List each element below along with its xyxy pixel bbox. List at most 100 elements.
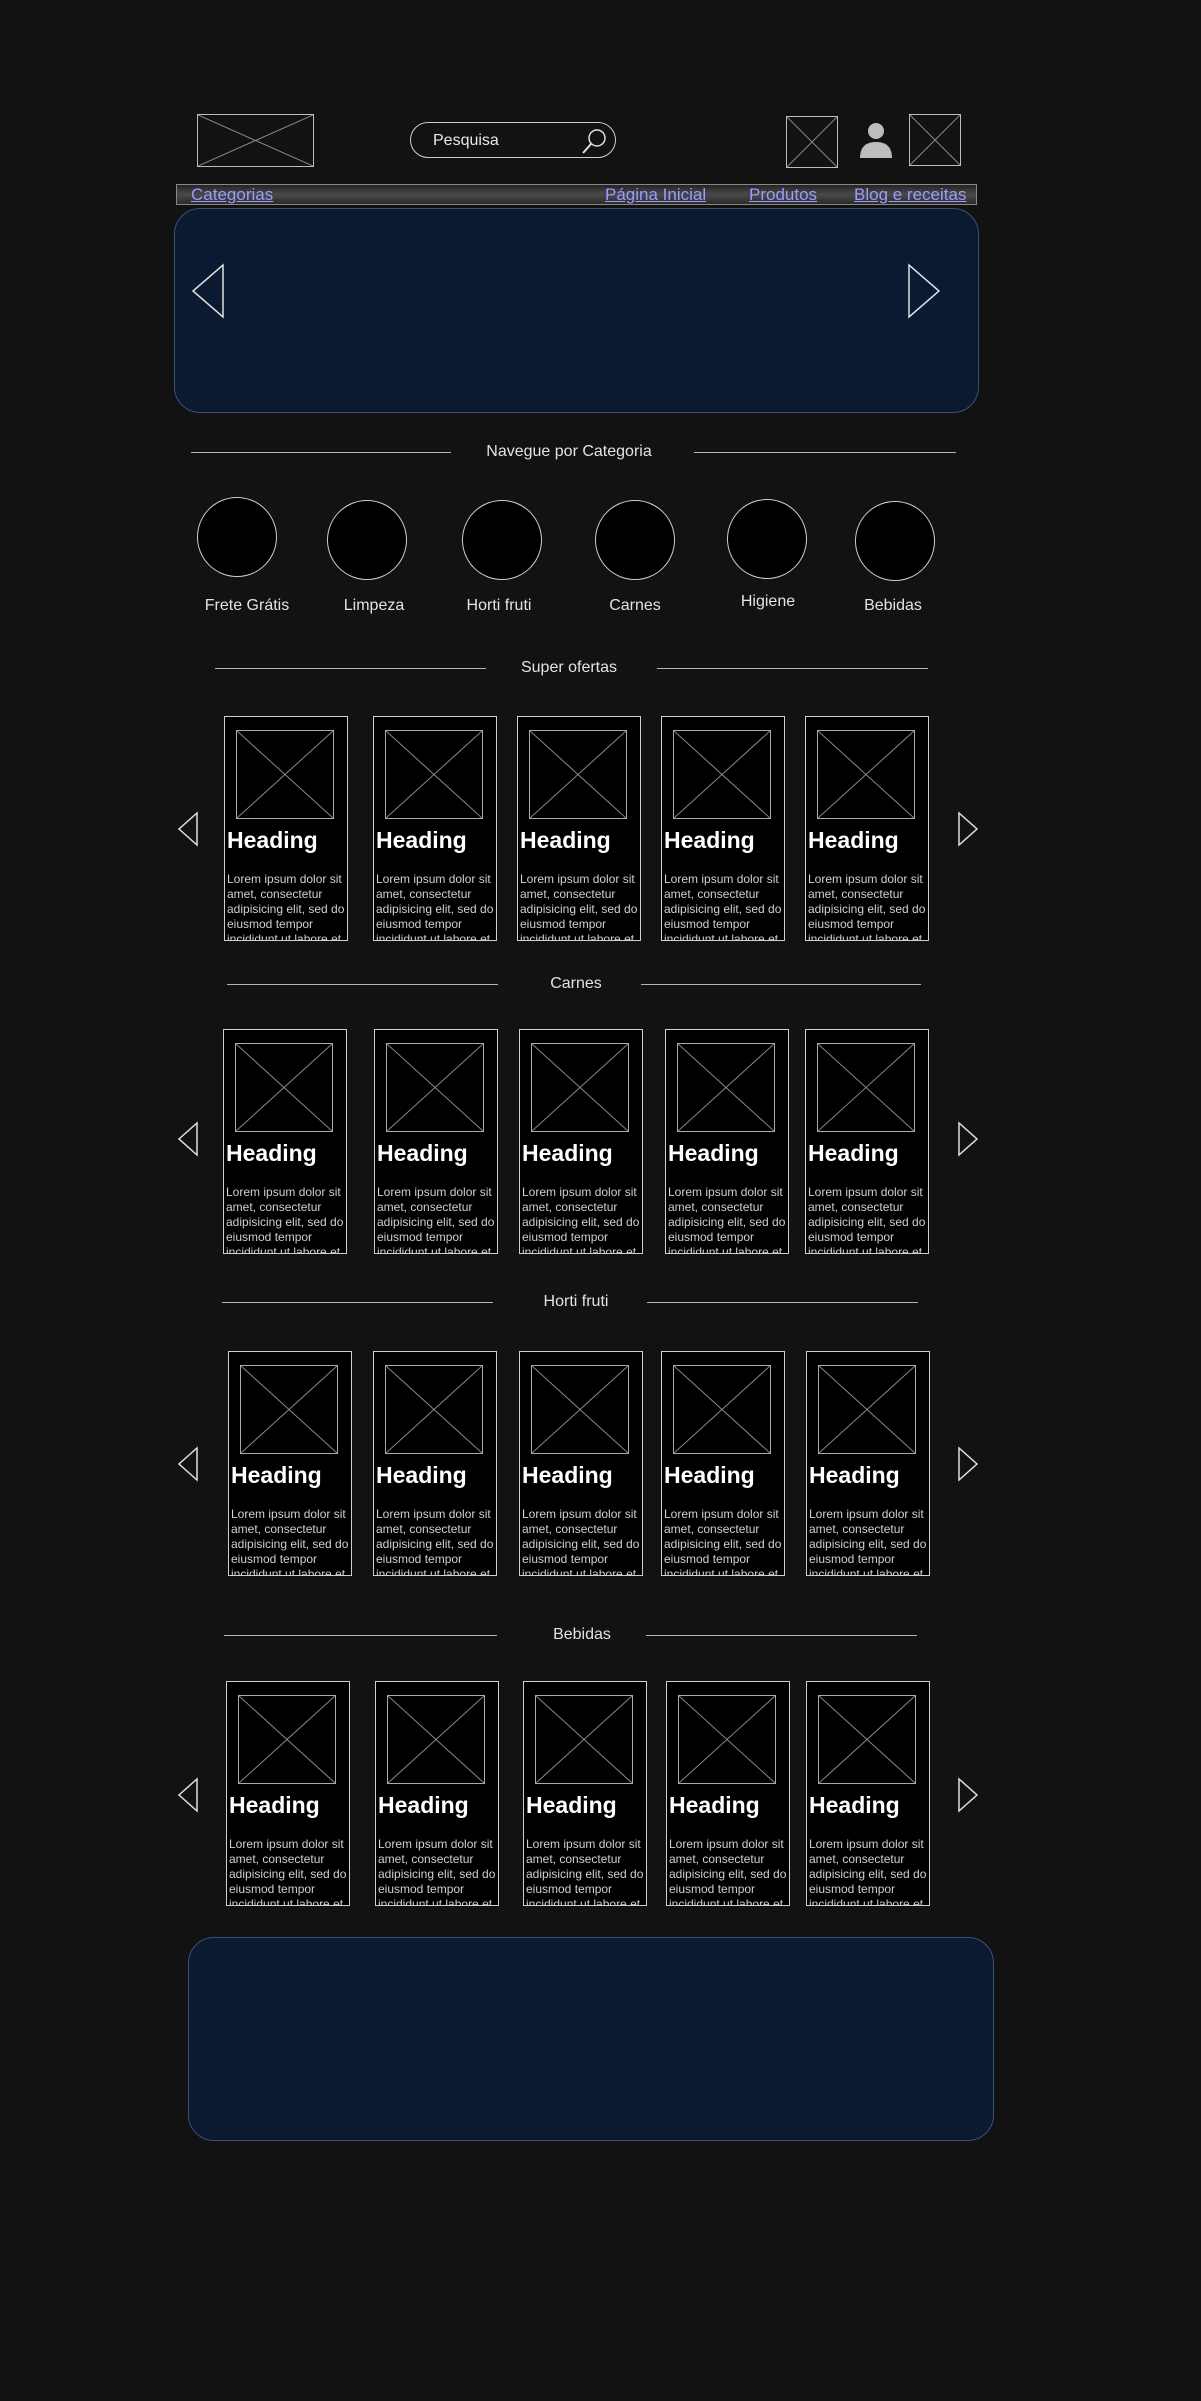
cart-image-placeholder[interactable] [786, 116, 838, 168]
product-image-placeholder [817, 1043, 915, 1132]
nav-link-categories[interactable]: Categorias [191, 185, 273, 204]
carousel-next-arrow-icon[interactable] [907, 263, 941, 319]
product-card[interactable]: Heading Lorem ipsum dolor sit amet, conse… [523, 1681, 647, 1906]
product-description: Lorem ipsum dolor sit amet, consectetur … [229, 1837, 347, 1906]
section-title: Super ofertas [520, 659, 618, 676]
category-label[interactable]: Carnes [609, 597, 661, 615]
category-label[interactable]: Limpeza [344, 597, 404, 615]
product-description: Lorem ipsum dolor sit amet, consectetur … [377, 1185, 495, 1254]
product-description: Lorem ipsum dolor sit amet, consectetur … [669, 1837, 787, 1906]
product-card[interactable]: Heading Lorem ipsum dolor sit amet, conse… [226, 1681, 350, 1906]
divider [641, 984, 921, 985]
category-label[interactable]: Higiene [741, 593, 795, 611]
product-heading: Heading [808, 1140, 899, 1166]
product-heading: Heading [664, 1462, 755, 1488]
product-image-placeholder [678, 1695, 776, 1784]
carousel-prev-arrow-icon[interactable] [177, 1777, 199, 1813]
product-card[interactable]: Heading Lorem ipsum dolor sit amet, conse… [519, 1029, 643, 1254]
product-card[interactable]: Heading Lorem ipsum dolor sit amet, conse… [519, 1351, 643, 1576]
nav-link-home[interactable]: Página Inicial [605, 185, 706, 204]
product-description: Lorem ipsum dolor sit amet, consectetur … [522, 1507, 640, 1576]
carousel-next-arrow-icon[interactable] [957, 1777, 979, 1813]
carousel-prev-arrow-icon[interactable] [191, 263, 225, 319]
logo-placeholder[interactable] [197, 114, 314, 167]
product-image-placeholder [535, 1695, 633, 1784]
category-label[interactable]: Horti fruti [467, 597, 532, 615]
product-image-placeholder [385, 730, 483, 819]
category-icon-limpeza[interactable] [327, 500, 407, 580]
product-heading: Heading [520, 827, 611, 853]
product-description: Lorem ipsum dolor sit amet, consectetur … [376, 872, 494, 941]
category-label[interactable]: Bebidas [864, 597, 922, 615]
product-description: Lorem ipsum dolor sit amet, consectetur … [664, 872, 782, 941]
product-card[interactable]: Heading Lorem ipsum dolor sit amet, conse… [805, 1029, 929, 1254]
product-description: Lorem ipsum dolor sit amet, consectetur … [664, 1507, 782, 1576]
search-input[interactable]: Pesquisa [410, 122, 616, 158]
category-icon-frete-gratis[interactable] [197, 497, 277, 577]
account-image-placeholder[interactable] [909, 114, 961, 166]
hero-carousel [174, 208, 979, 413]
category-label[interactable]: Frete Grátis [205, 597, 289, 615]
product-image-placeholder [235, 1043, 333, 1132]
nav-link-products[interactable]: Produtos [749, 185, 817, 204]
category-icon-horti-fruti[interactable] [462, 500, 542, 580]
product-image-placeholder [531, 1365, 629, 1454]
category-icon-carnes[interactable] [595, 500, 675, 580]
product-description: Lorem ipsum dolor sit amet, consectetur … [227, 872, 345, 941]
carousel-prev-arrow-icon[interactable] [177, 1121, 199, 1157]
divider [647, 1302, 918, 1303]
product-heading: Heading [227, 827, 318, 853]
product-card[interactable]: Heading Lorem ipsum dolor sit amet, conse… [806, 1681, 930, 1906]
product-image-placeholder [673, 730, 771, 819]
product-card[interactable]: Heading Lorem ipsum dolor sit amet, conse… [665, 1029, 789, 1254]
divider [191, 452, 451, 453]
product-image-placeholder [531, 1043, 629, 1132]
product-description: Lorem ipsum dolor sit amet, consectetur … [226, 1185, 344, 1254]
footer-banner [188, 1937, 994, 2141]
product-heading: Heading [378, 1792, 469, 1818]
product-card[interactable]: Heading Lorem ipsum dolor sit amet, conse… [661, 716, 785, 941]
category-icon-higiene[interactable] [727, 499, 807, 579]
divider [215, 668, 486, 669]
product-card[interactable]: Heading Lorem ipsum dolor sit amet, conse… [375, 1681, 499, 1906]
product-image-placeholder [677, 1043, 775, 1132]
product-description: Lorem ipsum dolor sit amet, consectetur … [376, 1507, 494, 1576]
product-card[interactable]: Heading Lorem ipsum dolor sit amet, conse… [666, 1681, 790, 1906]
divider [646, 1635, 917, 1636]
product-heading: Heading [522, 1462, 613, 1488]
nav-link-blog[interactable]: Blog e receitas [854, 185, 966, 204]
product-card[interactable]: Heading Lorem ipsum dolor sit amet, conse… [661, 1351, 785, 1576]
carousel-next-arrow-icon[interactable] [957, 1446, 979, 1482]
category-icon-bebidas[interactable] [855, 501, 935, 581]
product-card[interactable]: Heading Lorem ipsum dolor sit amet, conse… [224, 716, 348, 941]
product-heading: Heading [377, 1140, 468, 1166]
product-description: Lorem ipsum dolor sit amet, consectetur … [231, 1507, 349, 1576]
product-image-placeholder [385, 1365, 483, 1454]
product-card[interactable]: Heading Lorem ipsum dolor sit amet, conse… [223, 1029, 347, 1254]
product-heading: Heading [664, 827, 755, 853]
product-card[interactable]: Heading Lorem ipsum dolor sit amet, conse… [228, 1351, 352, 1576]
search-icon[interactable] [579, 126, 609, 156]
product-heading: Heading [226, 1140, 317, 1166]
product-card[interactable]: Heading Lorem ipsum dolor sit amet, conse… [374, 1029, 498, 1254]
divider [694, 452, 956, 453]
product-card[interactable]: Heading Lorem ipsum dolor sit amet, conse… [517, 716, 641, 941]
section-title: Carnes [550, 975, 602, 992]
divider [657, 668, 928, 669]
product-image-placeholder [386, 1043, 484, 1132]
product-card[interactable]: Heading Lorem ipsum dolor sit amet, conse… [373, 716, 497, 941]
product-card[interactable]: Heading Lorem ipsum dolor sit amet, conse… [373, 1351, 497, 1576]
carousel-prev-arrow-icon[interactable] [177, 1446, 199, 1482]
product-image-placeholder [817, 730, 915, 819]
carousel-next-arrow-icon[interactable] [957, 811, 979, 847]
product-heading: Heading [669, 1792, 760, 1818]
section-title: Horti fruti [543, 1293, 609, 1310]
carousel-next-arrow-icon[interactable] [957, 1121, 979, 1157]
product-heading: Heading [231, 1462, 322, 1488]
product-image-placeholder [387, 1695, 485, 1784]
user-icon[interactable] [857, 120, 895, 160]
product-description: Lorem ipsum dolor sit amet, consectetur … [808, 872, 926, 941]
product-card[interactable]: Heading Lorem ipsum dolor sit amet, conse… [805, 716, 929, 941]
carousel-prev-arrow-icon[interactable] [177, 811, 199, 847]
product-card[interactable]: Heading Lorem ipsum dolor sit amet, conse… [806, 1351, 930, 1576]
